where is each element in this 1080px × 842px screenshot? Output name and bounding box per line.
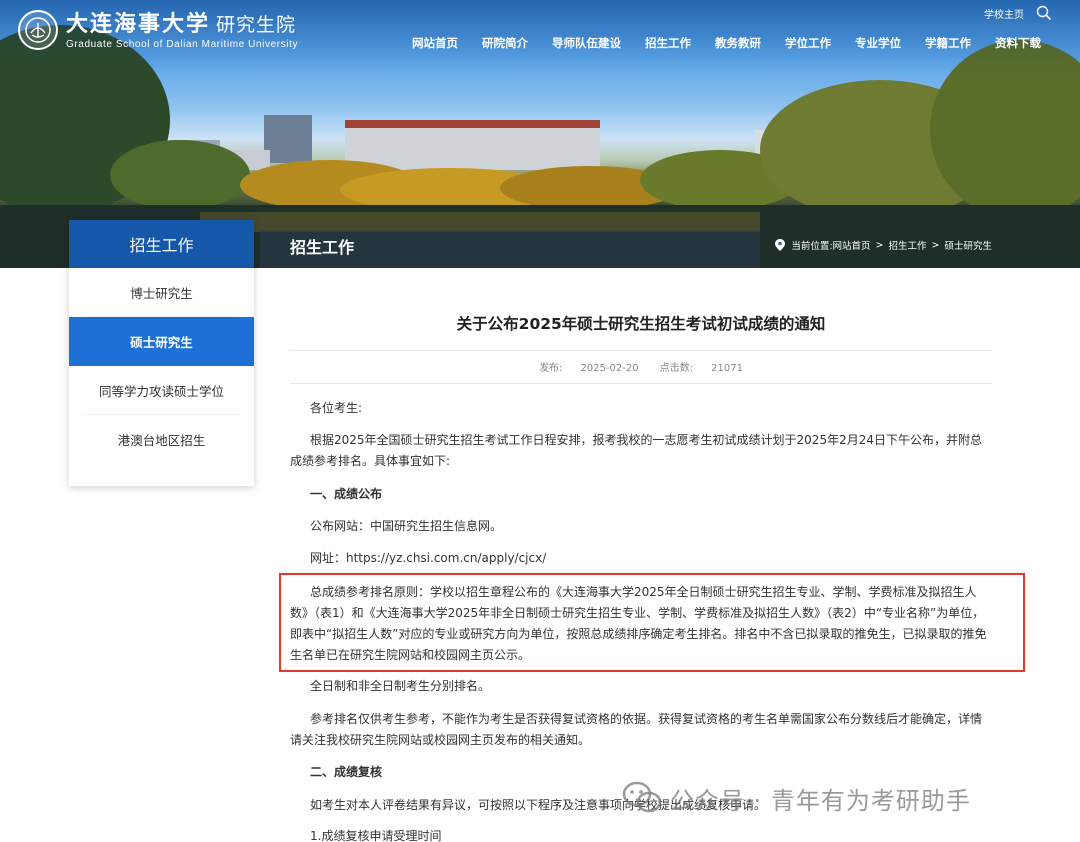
nav-student-status[interactable]: 学籍工作 [925,35,971,51]
breadcrumb-current[interactable]: 硕士研究生 [944,238,992,252]
school-home-link[interactable]: 学校主页 [984,6,1024,21]
location-pin-icon [775,239,786,251]
watermark: 公众号 · 青年有为考研助手 [622,780,971,816]
nav-teaching[interactable]: 教务教研 [715,35,761,51]
publish-info: 发布: 2025-02-20 [539,363,639,374]
wechat-icon [622,781,662,813]
top-utility-links: 学校主页 [984,5,1052,21]
sidebar-item-masters[interactable]: 硕士研究生 [69,317,254,366]
paragraph-review-time: 1.成绩复核申请受理时间 [310,829,442,842]
click-count: 21071 [711,363,743,374]
search-icon[interactable] [1036,5,1052,21]
paragraph-ranking-note: 参考排名仅供考生参考，不能作为考生是否获得复试资格的依据。获得复试资格的考生名单… [290,712,983,747]
nav-home[interactable]: 网站首页 [412,35,458,51]
sidebar-item-hk-macao-taiwan[interactable]: 港澳台地区招生 [85,415,238,464]
breadcrumb-admissions[interactable]: 招生工作 [889,238,927,252]
paragraph-intro: 根据2025年全国硕士研究生招生考试工作日程安排，报考我校的一志愿考生初试成绩计… [290,433,982,468]
section-heading-score-release: 一、成绩公布 [310,487,383,501]
paragraph-salutation: 各位考生: [310,401,363,415]
highlight-annotation-box [279,573,1025,672]
nav-supervisors[interactable]: 导师队伍建设 [552,35,621,51]
title-divider [290,350,992,351]
breadcrumb-separator: > [931,239,940,251]
sidebar-title: 招生工作 [69,220,254,268]
nav-admissions[interactable]: 招生工作 [645,35,691,51]
paragraph-release-url[interactable]: 网址：https://yz.chsi.com.cn/apply/cjcx/ [290,548,992,569]
article-title: 关于公布2025年硕士研究生招生考试初试成绩的通知 [456,315,826,333]
breadcrumb-prefix: 当前位置: [791,241,833,252]
sidebar-item-phd[interactable]: 博士研究生 [85,268,238,317]
sidebar: 招生工作 博士研究生 硕士研究生 同等学力攻读硕士学位 港澳台地区招生 [69,220,254,486]
university-emblem-icon [18,10,58,50]
paragraph-release-site: 公布网站：中国研究生招生信息网。 [310,519,503,533]
main-navigation: 网站首页 研院简介 导师队伍建设 招生工作 教务教研 学位工作 专业学位 学籍工… [400,35,1053,51]
nav-downloads[interactable]: 资料下载 [995,35,1041,51]
paragraph-separate-ranking: 全日制和非全日制考生分别排名。 [310,679,491,693]
publish-label: 发布: [539,363,563,374]
nav-professional-degree[interactable]: 专业学位 [855,35,901,51]
logo-university-name: 大连海事大学 [66,10,211,37]
breadcrumb: 当前位置: 网站首页 > 招生工作 > 硕士研究生 [775,238,992,252]
publish-date: 2025-02-20 [580,363,639,374]
article: 关于公布2025年硕士研究生招生考试初试成绩的通知 发布: 2025-02-20 … [290,300,992,384]
logo-title: 大连海事大学 研究生院 [66,11,298,38]
watermark-text: 公众号 · 青年有为考研助手 [670,786,971,815]
site-logo[interactable]: 大连海事大学 研究生院 Graduate School of Dalian Mar… [18,10,298,50]
sidebar-item-equivalent-masters[interactable]: 同等学力攻读硕士学位 [85,366,238,415]
logo-subtitle: 研究生院 [216,13,297,36]
breadcrumb-home[interactable]: 网站首页 [833,238,871,252]
nav-about[interactable]: 研院简介 [482,35,528,51]
logo-text: 大连海事大学 研究生院 Graduate School of Dalian Mar… [66,11,298,50]
article-meta: 发布: 2025-02-20 点击数: 21071 [290,359,992,374]
meta-divider [290,383,992,384]
clicks-label: 点击数: [659,363,694,374]
breadcrumb-separator: > [875,239,884,251]
logo-english-name: Graduate School of Dalian Maritime Unive… [66,38,299,50]
section-title: 招生工作 [290,238,355,257]
click-count-info: 点击数: 21071 [660,363,743,374]
nav-degree[interactable]: 学位工作 [785,35,831,51]
